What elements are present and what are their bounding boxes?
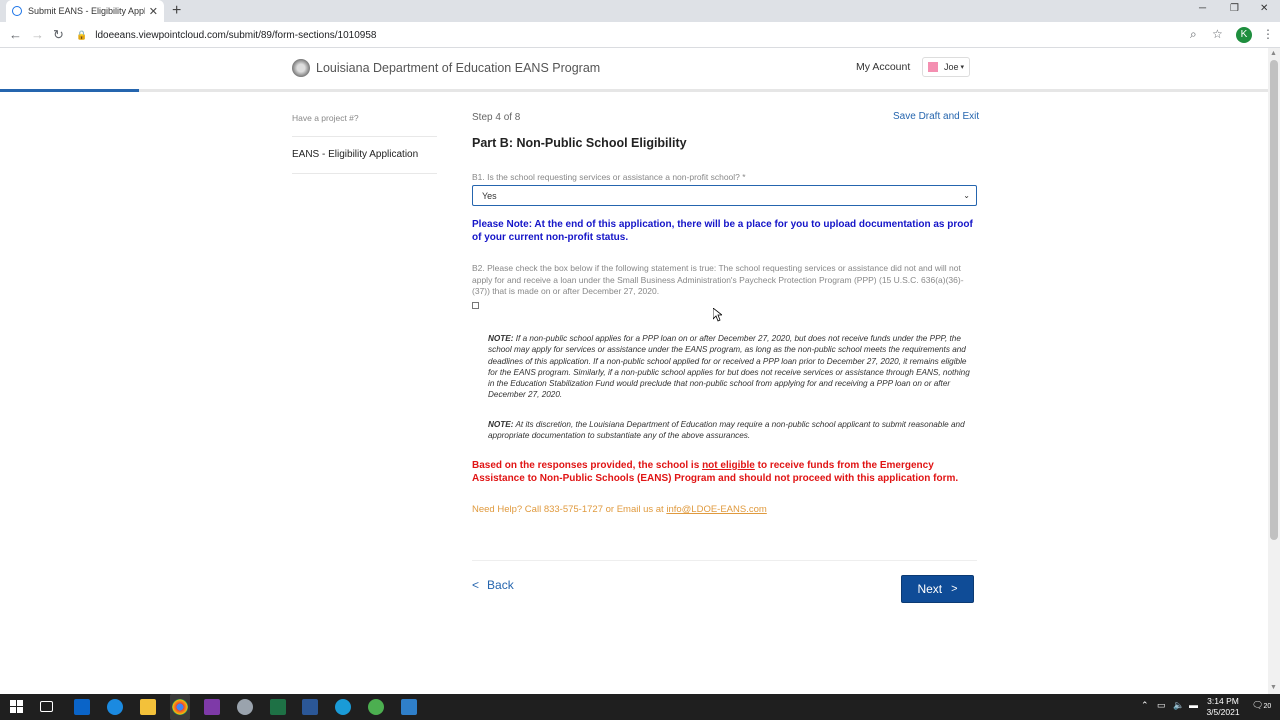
b1-question-label: B1. Is the school requesting services or… [472, 172, 746, 182]
user-menu-dropdown[interactable]: Joe ▾ [922, 57, 970, 77]
mouse-cursor-icon [712, 307, 724, 327]
notification-count: 20 [1263, 703, 1272, 710]
lock-icon: 🔒 [76, 29, 88, 40]
note-prefix: NOTE: [488, 334, 514, 343]
minimize-button[interactable]: ─ [1199, 3, 1206, 14]
sidebar-item-eligibility-application[interactable]: EANS - Eligibility Application [292, 149, 418, 160]
windows-start-icon[interactable] [10, 700, 24, 714]
battery-icon[interactable]: ▬ [1189, 700, 1198, 710]
site-title[interactable]: Louisiana Department of Education EANS P… [316, 61, 600, 75]
tab-close-icon[interactable]: ✕ [149, 5, 158, 18]
scroll-thumb[interactable] [1270, 60, 1278, 540]
sidebar-divider [292, 173, 437, 174]
windows-taskbar: ⌃ ▭ 🔈 ▬ 3:14 PM 3/5/2021 🗨20 [0, 694, 1280, 720]
outlook-icon[interactable] [74, 699, 90, 715]
network-icon[interactable]: ▭ [1157, 700, 1166, 711]
bookmark-star-icon[interactable]: ☆ [1212, 27, 1223, 41]
project-number-hint[interactable]: Have a project #? [292, 113, 359, 123]
b1-nonprofit-select[interactable]: Yes ⌄ [472, 185, 977, 206]
my-account-link[interactable]: My Account [856, 61, 910, 73]
user-name: Joe [943, 62, 959, 72]
snowflake-app-icon[interactable] [401, 699, 417, 715]
sidebar-divider [292, 136, 437, 137]
forward-arrow-icon[interactable]: → [31, 27, 44, 42]
next-label: Next [917, 582, 943, 596]
taskbar-clock[interactable]: 3:14 PM 3/5/2021 [1200, 696, 1246, 718]
note-prefix: NOTE: [488, 420, 514, 429]
page-title: Part B: Non-Public School Eligibility [472, 136, 687, 150]
back-arrow-icon[interactable]: ← [9, 27, 22, 42]
b2-ppp-checkbox[interactable] [472, 302, 479, 309]
browser-tab[interactable]: Submit EANS - Eligibility Applica ✕ [6, 0, 164, 22]
ppp-loan-note: NOTE: If a non-public school applies for… [488, 333, 978, 401]
zoom-icon[interactable]: ⌕ [1190, 27, 1197, 42]
browser-menu-icon[interactable]: ⋮ [1262, 27, 1274, 41]
clock-time: 3:14 PM [1207, 696, 1239, 706]
b2-question-label: B2. Please check the box below if the fo… [472, 263, 964, 296]
step-indicator: Step 4 of 8 [472, 112, 521, 123]
slack-icon[interactable] [368, 699, 384, 715]
scroll-down-icon[interactable]: ▼ [1270, 684, 1277, 691]
url-text: ldoeeans.viewpointcloud.com/submit/89/fo… [95, 29, 377, 41]
profile-avatar[interactable]: K [1236, 27, 1252, 43]
help-text: Need Help? Call 833-575-1727 or Email us… [472, 504, 667, 515]
onenote-icon[interactable] [204, 699, 220, 715]
snipping-tool-icon[interactable] [237, 699, 253, 715]
notifications-icon[interactable]: 🗨20 [1252, 700, 1271, 711]
ineligibility-message: Based on the responses provided, the sch… [472, 459, 977, 485]
file-explorer-icon[interactable] [140, 699, 156, 715]
help-email-link[interactable]: info@LDOE-EANS.com [666, 504, 766, 515]
chrome-icon[interactable] [172, 699, 188, 715]
page-scrollbar[interactable]: ▲ ▼ [1268, 48, 1280, 694]
browser-tab-bar: Submit EANS - Eligibility Applica ✕ + ─ … [0, 0, 1280, 22]
tab-title: Submit EANS - Eligibility Applica [28, 6, 145, 16]
zoom-app-icon[interactable] [335, 699, 351, 715]
volume-icon[interactable]: 🔈 [1173, 700, 1184, 711]
save-draft-exit-link[interactable]: Save Draft and Exit [893, 111, 979, 122]
address-bar: ← → ↻ 🔒 ldoeeans.viewpointcloud.com/subm… [0, 22, 1280, 48]
b1-selected-value: Yes [482, 190, 497, 201]
user-avatar [928, 62, 938, 72]
state-seal-logo [292, 59, 310, 77]
chevron-right-icon: > [951, 583, 958, 595]
discretion-note: NOTE: At its discretion, the Louisiana D… [488, 419, 978, 442]
back-label: Back [487, 578, 514, 592]
form-progress-bar [0, 89, 1268, 92]
scroll-up-icon[interactable]: ▲ [1270, 50, 1277, 57]
caret-down-icon: ▾ [960, 64, 964, 71]
internet-explorer-icon[interactable] [107, 699, 123, 715]
note-body: At its discretion, the Louisiana Departm… [488, 420, 965, 441]
chevron-down-icon: ⌄ [963, 191, 970, 200]
restore-button[interactable]: ❐ [1230, 3, 1239, 14]
upload-documentation-note: Please Note: At the end of this applicat… [472, 219, 973, 243]
form-footer-divider [472, 560, 977, 561]
help-contact: Need Help? Call 833-575-1727 or Email us… [472, 504, 767, 515]
note-body: If a non-public school applies for a PPP… [488, 334, 970, 400]
chevron-left-icon: < [472, 578, 480, 592]
show-hidden-icons-icon[interactable]: ⌃ [1141, 700, 1149, 711]
ineligibility-text-start: Based on the responses provided, the sch… [472, 460, 703, 471]
window-close-button[interactable]: ✕ [1260, 3, 1268, 14]
new-tab-button[interactable]: + [172, 2, 181, 20]
url-field[interactable]: 🔒 ldoeeans.viewpointcloud.com/submit/89/… [76, 25, 1206, 45]
reload-icon[interactable]: ↻ [53, 27, 64, 43]
form-progress-fill [0, 89, 140, 92]
not-eligible-emphasis: not eligible [702, 460, 755, 471]
task-view-icon[interactable] [40, 701, 53, 712]
next-button[interactable]: Next > [901, 575, 974, 603]
back-button[interactable]: < Back [472, 578, 514, 592]
site-header: Louisiana Department of Education EANS P… [0, 48, 1268, 90]
word-icon[interactable] [302, 699, 318, 715]
clock-date: 3/5/2021 [1206, 707, 1240, 717]
tab-favicon-icon [12, 6, 22, 16]
excel-icon[interactable] [270, 699, 286, 715]
